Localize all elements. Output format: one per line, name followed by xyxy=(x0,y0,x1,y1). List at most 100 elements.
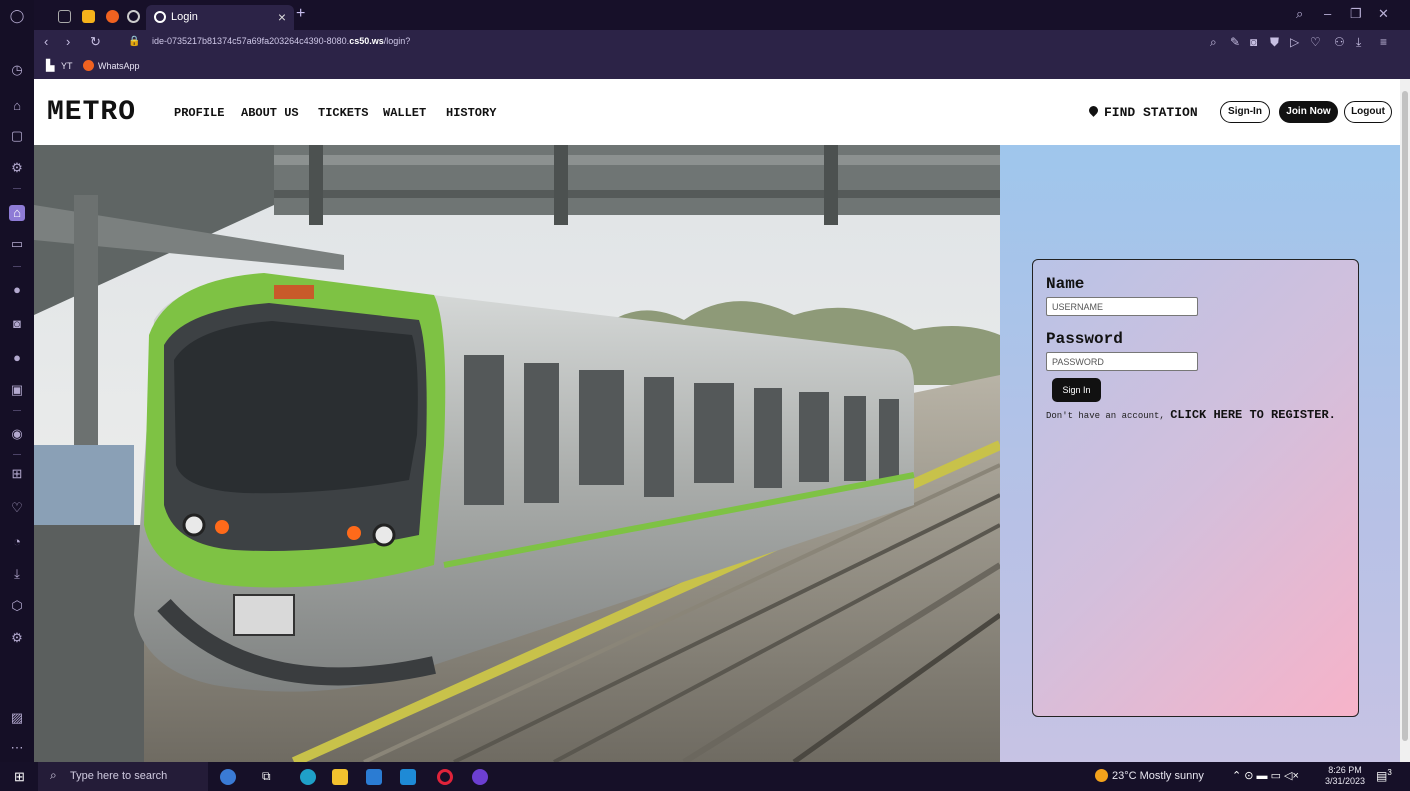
whatsapp-icon[interactable]: ● xyxy=(9,282,25,298)
file-explorer-icon[interactable] xyxy=(332,769,348,785)
settings-icon[interactable]: ⚙ xyxy=(9,630,25,646)
menu-icon[interactable]: ≡ xyxy=(1380,35,1387,49)
sidebar-divider xyxy=(13,410,21,411)
nav-about-us[interactable]: ABOUT US xyxy=(241,106,299,120)
url-path: /login? xyxy=(383,36,411,46)
download-icon[interactable]: ⤓ xyxy=(1356,35,1361,50)
join-now-button[interactable]: Join Now xyxy=(1279,101,1338,123)
restore-button[interactable]: ❐ xyxy=(1350,6,1362,22)
notification-icon[interactable]: ▤3 xyxy=(1376,768,1392,783)
nav-tickets[interactable]: TICKETS xyxy=(318,106,368,120)
taskbar-search[interactable]: ⌕ Type here to search xyxy=(38,762,208,791)
clock-time: 8:26 PM xyxy=(1328,765,1362,775)
name-label: Name xyxy=(1046,275,1085,293)
location-pin-icon xyxy=(1087,104,1100,117)
bookmark-yt[interactable]: YT xyxy=(61,61,73,71)
download-icon[interactable]: ⤓ xyxy=(9,566,25,582)
taskbar-search-placeholder: Type here to search xyxy=(70,770,168,782)
tab-login[interactable]: Login × xyxy=(146,5,294,30)
forward-icon[interactable]: › xyxy=(66,34,70,49)
reload-icon[interactable]: ↻ xyxy=(90,34,101,50)
find-station-link[interactable]: FIND STATION xyxy=(1087,104,1198,120)
tab-close-button[interactable]: × xyxy=(278,9,286,25)
site-logo[interactable]: METRO xyxy=(47,97,136,128)
speed-dial-icon[interactable]: ◷ xyxy=(9,62,25,78)
whatsapp-bookmark-icon xyxy=(83,60,94,71)
search-tabs-icon[interactable]: ⌕ xyxy=(1296,6,1303,22)
file-icon: ▙ xyxy=(46,60,55,72)
vscode-icon[interactable] xyxy=(400,769,416,785)
clock-date: 3/31/2023 xyxy=(1325,776,1366,786)
tray-icons[interactable]: ⌃ ⊙ ▬ ▭ ◁× xyxy=(1232,769,1299,782)
sign-in-button[interactable]: Sign In xyxy=(1052,378,1101,402)
task-view-icon[interactable]: ⧉ xyxy=(262,769,271,784)
cortana-icon[interactable] xyxy=(220,769,236,785)
heart-icon[interactable]: ♡ xyxy=(1310,35,1321,49)
username-input[interactable] xyxy=(1046,297,1198,316)
extensions-icon[interactable]: ⬡ xyxy=(9,598,25,614)
github-icon[interactable] xyxy=(472,769,488,785)
messenger-icon[interactable]: ▭ xyxy=(9,236,25,252)
weather-text[interactable]: 23°C Mostly sunny xyxy=(1112,770,1204,782)
tab-pinned-2-icon[interactable] xyxy=(106,10,119,23)
find-station-label: FIND STATION xyxy=(1104,105,1198,120)
snapshot-icon[interactable]: ◙ xyxy=(1250,35,1257,49)
vpn-icon[interactable]: ⛊ xyxy=(1270,35,1279,50)
metro-train-illustration xyxy=(34,145,1000,762)
taskbar-clock[interactable]: 8:26 PM 3/31/2023 xyxy=(1325,765,1365,787)
instagram-icon[interactable]: ◙ xyxy=(9,316,25,332)
profile-icon[interactable]: ⚇ xyxy=(1334,35,1345,49)
opera-logo-icon[interactable]: ◯ xyxy=(9,8,25,24)
nav-profile[interactable]: PROFILE xyxy=(174,106,224,120)
ai-icon[interactable]: ⚙ xyxy=(9,160,25,176)
edit-icon[interactable]: ✎ xyxy=(1230,35,1240,49)
tab-bar: Login × + ⌕ – ❐ ✕ xyxy=(34,0,1410,30)
url-field[interactable]: ide-0735217b81374c57a69fa203264c4390-808… xyxy=(152,36,410,46)
new-tab-button[interactable]: + xyxy=(296,5,305,23)
store-icon[interactable] xyxy=(366,769,382,785)
bookmark-whatsapp[interactable]: WhatsApp xyxy=(98,61,140,71)
url-domain: cs50.ws xyxy=(349,36,384,46)
play-icon[interactable]: ▷ xyxy=(1290,35,1299,49)
tab-pinned-3-icon[interactable] xyxy=(127,10,140,23)
tab-grid-icon[interactable] xyxy=(58,10,71,23)
edge-icon[interactable] xyxy=(300,769,316,785)
close-window-button[interactable]: ✕ xyxy=(1378,6,1389,22)
search-icon[interactable]: ⌕ xyxy=(1210,35,1217,50)
tab-pinned-1-icon[interactable] xyxy=(82,10,95,23)
chat-icon[interactable]: ▢ xyxy=(9,128,25,144)
browser-sidebar: ◯ ◷ ⌂ ▢ ⚙ ⌂ ▭ ● ◙ ● ▣ ◉ ⊞ ♡ ◔ ⤓ ⬡ ⚙ ▨ ⋯ xyxy=(0,0,34,762)
home-icon[interactable]: ⌂ xyxy=(9,205,25,221)
lock-icon: 🔒 xyxy=(128,36,141,47)
discord-icon[interactable]: ▣ xyxy=(9,382,25,398)
site-navbar: METRO PROFILE ABOUT US TICKETS WALLET HI… xyxy=(34,79,1400,145)
nav-wallet[interactable]: WALLET xyxy=(383,106,426,120)
player-icon[interactable]: ◉ xyxy=(9,426,25,442)
register-link[interactable]: CLICK HERE TO REGISTER. xyxy=(1170,408,1336,422)
signin-nav-button[interactable]: Sign-In xyxy=(1220,101,1270,123)
more-icon[interactable]: ⋯ xyxy=(9,740,25,756)
register-prefix: Don't have an account, xyxy=(1046,411,1171,421)
password-input[interactable] xyxy=(1046,352,1198,371)
notification-count: 3 xyxy=(1387,768,1392,777)
back-icon[interactable]: ‹ xyxy=(44,34,48,49)
heart-icon[interactable]: ♡ xyxy=(9,500,25,516)
scrollbar-thumb[interactable] xyxy=(1402,91,1408,741)
gallery-icon[interactable]: ▨ xyxy=(9,710,25,726)
register-prompt: Don't have an account, CLICK HERE TO REG… xyxy=(1046,409,1336,422)
address-bar: ‹ › ↻ 🔒 ide-0735217b81374c57a69fa203264c… xyxy=(34,30,1410,54)
opera-taskbar-icon[interactable] xyxy=(437,769,453,785)
nav-history[interactable]: HISTORY xyxy=(446,106,496,120)
web-page: METRO PROFILE ABOUT US TICKETS WALLET HI… xyxy=(34,79,1400,762)
minimize-button[interactable]: – xyxy=(1324,6,1331,21)
weather-icon xyxy=(1095,769,1108,782)
windows-start-icon[interactable]: ⊞ xyxy=(14,769,25,785)
logout-button[interactable]: Logout xyxy=(1344,101,1392,123)
page-scrollbar[interactable] xyxy=(1400,79,1410,762)
taskbar: ⊞ ⌕ Type here to search ⧉ 23°C Mostly su… xyxy=(0,762,1410,791)
telegram-icon[interactable]: ● xyxy=(9,350,25,366)
bag-icon[interactable]: ⌂ xyxy=(9,98,25,114)
history-icon[interactable]: ◔ xyxy=(9,534,25,550)
workspaces-icon[interactable]: ⊞ xyxy=(9,466,25,482)
sidebar-divider xyxy=(13,188,21,189)
